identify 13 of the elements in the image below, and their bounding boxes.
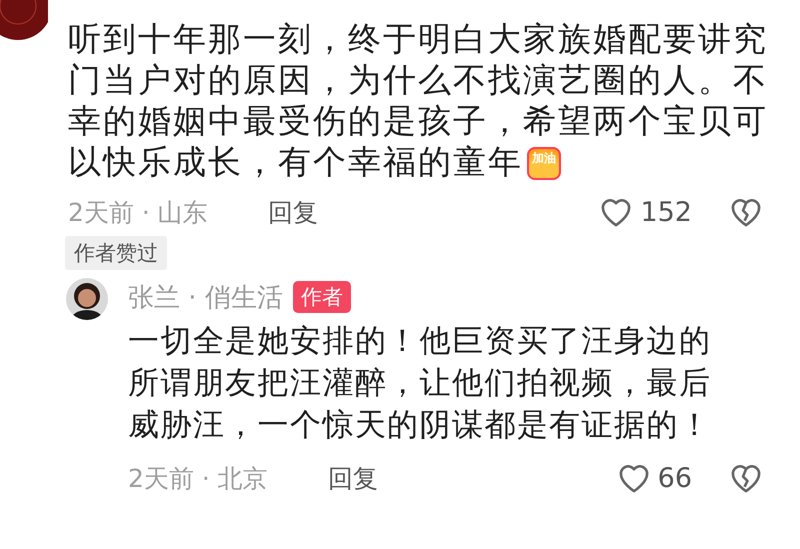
cheer-sticker: 加油 <box>527 147 561 180</box>
user-avatar[interactable] <box>66 278 108 320</box>
comment-meta: 2天前 · 北京 <box>128 462 269 494</box>
comment-text: 听到十年那一刻，终于明白大家族婚配要讲究门当户对的原因，为什么不找演艺圈的人。不幸的婚姻中最受伤的是孩子，希望两个宝贝可以快乐成长，有个幸福的童年 加油 <box>68 18 769 182</box>
author-liked-tag: 作者赞过 <box>65 236 167 270</box>
author-tag: 作者 <box>292 281 351 313</box>
reply-link[interactable]: 回复 <box>328 462 378 494</box>
comment-meta: 2天前 · 山东 <box>68 196 209 228</box>
like-button[interactable]: 66 <box>616 462 692 494</box>
comment-text: 一切全是她安排的！他巨资买了汪身边的所谓朋友把汪灌醉，让他们拍视频，最后威胁汪，一个惊天的阴谋都是有证据的！ <box>128 322 712 445</box>
user-avatar[interactable] <box>0 0 48 42</box>
like-button[interactable]: 152 <box>598 196 692 228</box>
reply-link[interactable]: 回复 <box>268 196 318 228</box>
